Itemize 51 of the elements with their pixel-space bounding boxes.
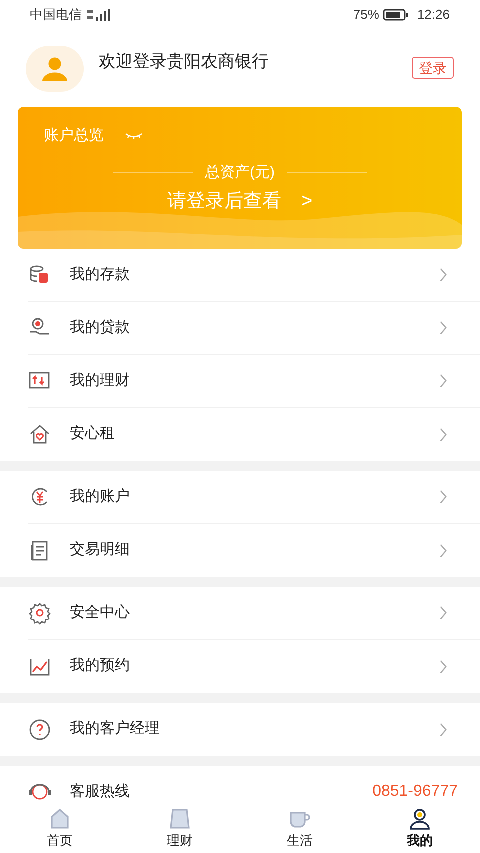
menu-item[interactable]: 我的预约 [28,640,480,693]
person-icon [408,807,432,831]
chevron-right-icon [439,374,448,388]
chevron-right-icon [439,660,448,674]
menu-item[interactable]: 我的客户经理 [28,703,480,756]
signal-icon [86,9,110,21]
login-prompt: 请登录后查看 [167,190,282,214]
chevron-right-icon [439,722,448,736]
gear-icon [28,601,52,625]
menu-item[interactable]: 我的理财 [28,355,480,408]
arrow-text: > [301,190,313,214]
welcome-text: 欢迎登录贵阳农商银行 [99,50,269,73]
tab[interactable]: 生活 [240,805,360,853]
chevron-right-icon [439,490,448,504]
chevron-right-icon [439,268,448,282]
hotline-row[interactable]: 客服热线 0851-96777 [28,766,480,808]
menu-label: 交易明细 [70,540,130,560]
menu-label: 安全中心 [70,602,130,623]
login-button[interactable]: 登录 [412,56,454,78]
carrier-text: 中国电信 [30,6,82,24]
menu-label: 我的预约 [70,656,130,676]
menu-label: 我的存款 [70,264,130,285]
menu-label: 我的账户 [70,486,130,507]
house-heart-icon [28,422,52,446]
battery-icon [383,9,410,21]
trapezoid-icon [168,807,192,831]
menu-item[interactable]: 安心租 [28,408,480,461]
question-icon [28,718,52,742]
menu-item[interactable]: 我的存款 [28,249,480,302]
closed-eye-icon[interactable] [124,132,144,140]
hotline-label: 客服热线 [70,782,130,802]
chevron-right-icon [439,544,448,558]
menu-label: 安心租 [70,424,115,444]
tab[interactable]: 理财 [120,805,240,853]
menu-item[interactable]: 我的账户 [28,471,480,524]
card-title: 账户总览 [44,126,104,146]
tab[interactable]: 我的 [360,805,480,853]
menu-label: 我的贷款 [70,318,130,338]
chevron-right-icon [439,606,448,620]
menu-label: 我的理财 [70,370,130,391]
battery-percent: 75% [353,6,380,24]
menu-item[interactable]: 安全中心 [28,587,480,640]
chevron-right-icon [439,321,448,335]
chevron-right-icon [439,428,448,442]
home-icon [48,807,72,831]
clock-text: 12:26 [417,6,450,24]
menu-label: 我的客户经理 [70,719,160,740]
total-assets-label: 总资产(元) [205,162,275,182]
menu-item[interactable]: 交易明细 [28,524,480,577]
tab[interactable]: 首页 [0,805,120,853]
menu-item[interactable]: 我的贷款 [28,302,480,355]
